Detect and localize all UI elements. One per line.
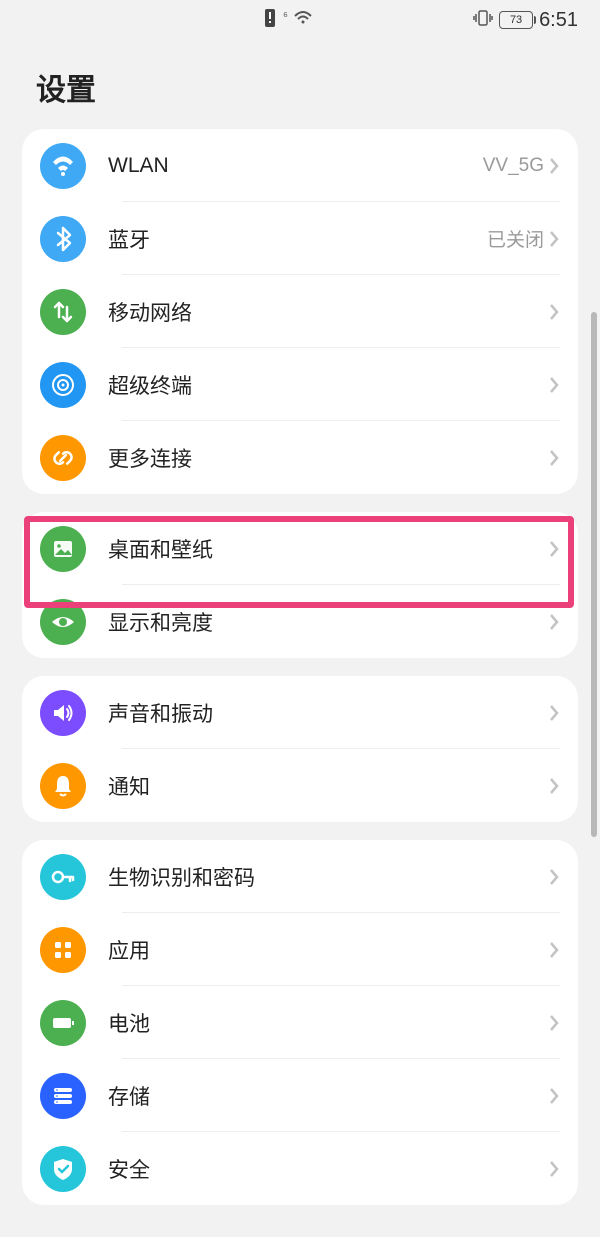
row-value: VV_5G <box>483 155 544 177</box>
chevron-right-icon <box>548 612 560 632</box>
settings-row-storage[interactable]: 存储 <box>22 1059 578 1132</box>
bluetooth-icon <box>40 216 86 262</box>
chevron-right-icon <box>548 1086 560 1106</box>
clock: 6:51 <box>539 9 578 32</box>
row-label: 电池 <box>108 1008 548 1038</box>
row-label: 通知 <box>108 771 548 801</box>
settings-row-display[interactable]: 显示和亮度 <box>22 585 578 658</box>
arrows-icon <box>40 289 86 335</box>
target-icon <box>40 362 86 408</box>
row-label: 蓝牙 <box>108 224 487 254</box>
key-icon <box>40 854 86 900</box>
settings-row-notify[interactable]: 通知 <box>22 749 578 822</box>
wifi-status-icon: ⁶ <box>283 9 288 23</box>
row-label: 桌面和壁纸 <box>108 534 548 564</box>
storage-icon <box>40 1073 86 1119</box>
battery-indicator: 73 <box>499 11 533 29</box>
sound-icon <box>40 690 86 736</box>
settings-row-wlan[interactable]: WLANVV_5G <box>22 129 578 202</box>
settings-row-bluetooth[interactable]: 蓝牙已关闭 <box>22 202 578 275</box>
settings-row-wallpaper[interactable]: 桌面和壁纸 <box>22 512 578 585</box>
chevron-right-icon <box>548 448 560 468</box>
scrollbar[interactable] <box>591 312 597 837</box>
row-label: 声音和振动 <box>108 698 548 728</box>
chevron-right-icon <box>548 776 560 796</box>
vibrate-icon <box>473 10 493 31</box>
link-icon <box>40 435 86 481</box>
row-label: 生物识别和密码 <box>108 862 548 892</box>
chevron-right-icon <box>548 375 560 395</box>
row-label: 超级终端 <box>108 370 548 400</box>
chevron-right-icon <box>548 867 560 887</box>
sim-alert-icon <box>263 9 277 32</box>
row-value: 已关闭 <box>487 225 544 252</box>
chevron-right-icon <box>548 1159 560 1179</box>
row-label: 应用 <box>108 935 548 965</box>
chevron-right-icon <box>548 539 560 559</box>
settings-row-battery[interactable]: 电池 <box>22 986 578 1059</box>
wifi-arc-icon <box>294 10 312 30</box>
settings-row-apps[interactable]: 应用 <box>22 913 578 986</box>
chevron-right-icon <box>548 1013 560 1033</box>
row-label: 显示和亮度 <box>108 607 548 637</box>
row-label: 安全 <box>108 1154 548 1184</box>
row-label: 移动网络 <box>108 297 548 327</box>
chevron-right-icon <box>548 703 560 723</box>
chevron-right-icon <box>548 156 560 176</box>
chevron-right-icon <box>548 302 560 322</box>
page-title: 设置 <box>0 40 600 129</box>
row-label: WLAN <box>108 154 483 178</box>
settings-row-mobile[interactable]: 移动网络 <box>22 275 578 348</box>
settings-group: 声音和振动通知 <box>22 676 578 822</box>
wifi-icon <box>40 143 86 189</box>
chevron-right-icon <box>548 229 560 249</box>
settings-group: 桌面和壁纸显示和亮度 <box>22 512 578 658</box>
batt-icon <box>40 1000 86 1046</box>
settings-row-more[interactable]: 更多连接 <box>22 421 578 494</box>
settings-row-biometric[interactable]: 生物识别和密码 <box>22 840 578 913</box>
shield-icon <box>40 1146 86 1192</box>
status-bar: ⁶ 73 6:51 <box>0 0 600 40</box>
row-label: 存储 <box>108 1081 548 1111</box>
settings-group: 生物识别和密码应用电池存储安全 <box>22 840 578 1205</box>
settings-row-sound[interactable]: 声音和振动 <box>22 676 578 749</box>
grid-icon <box>40 927 86 973</box>
settings-row-terminal[interactable]: 超级终端 <box>22 348 578 421</box>
bell-icon <box>40 763 86 809</box>
image-icon <box>40 526 86 572</box>
eye-icon <box>40 599 86 645</box>
settings-row-security[interactable]: 安全 <box>22 1132 578 1205</box>
settings-group: WLANVV_5G蓝牙已关闭移动网络超级终端更多连接 <box>22 129 578 494</box>
row-label: 更多连接 <box>108 443 548 473</box>
chevron-right-icon <box>548 940 560 960</box>
